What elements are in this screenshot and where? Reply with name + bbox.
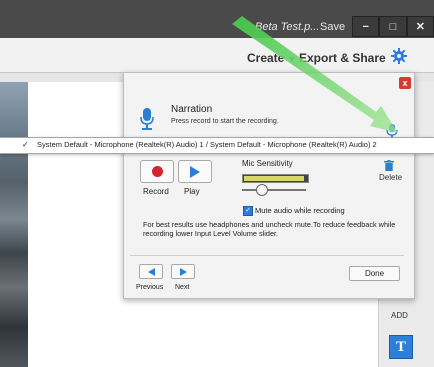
chevron-down-icon: ▼	[287, 54, 297, 64]
mute-checkbox[interactable]: ✓	[243, 206, 253, 216]
gear-icon[interactable]	[391, 48, 407, 64]
previous-icon	[147, 267, 155, 276]
media-thumbnail	[0, 82, 28, 367]
mic-level-fill	[244, 176, 304, 181]
mute-label: Mute audio while recording	[255, 206, 345, 215]
mic-sensitivity-label: Mic Sensitivity	[242, 159, 293, 168]
play-label: Play	[184, 187, 200, 196]
recording-hint: For best results use headphones and unch…	[143, 220, 396, 238]
close-window-button[interactable]: ✕	[406, 16, 434, 37]
play-button[interactable]	[178, 160, 212, 183]
panel-subtitle: Press record to start the recording.	[171, 118, 279, 125]
previous-button[interactable]	[139, 264, 163, 279]
maximize-button[interactable]: □	[379, 16, 407, 37]
next-icon	[179, 267, 187, 276]
window-controls: − □ ✕	[352, 16, 434, 37]
microphone-option[interactable]: System Default - Microphone (Realtek(R) …	[37, 140, 377, 149]
document-title: Beta Test.p...	[255, 21, 320, 33]
delete-label[interactable]: Delete	[379, 173, 402, 182]
record-label: Record	[143, 187, 169, 196]
mic-level-meter	[242, 174, 309, 183]
mic-sensitivity-slider[interactable]	[242, 189, 306, 191]
previous-label: Previous	[136, 284, 164, 291]
microphone-icon	[140, 108, 154, 130]
minimize-button[interactable]: −	[352, 16, 380, 37]
text-tool-label: T	[395, 338, 406, 355]
check-icon: ✓	[22, 140, 29, 149]
export-share-button[interactable]: Export & Share	[299, 51, 386, 65]
panel-divider	[130, 255, 404, 256]
panel-close-button[interactable]: x	[399, 77, 411, 89]
add-label: ADD	[391, 311, 408, 320]
save-button[interactable]: Save	[320, 21, 345, 33]
record-button[interactable]	[140, 160, 174, 183]
next-button[interactable]	[171, 264, 195, 279]
microphone-select-icon[interactable]	[386, 124, 398, 138]
narration-panel	[123, 72, 415, 299]
done-button[interactable]: Done	[349, 266, 400, 281]
app-window: Beta Test.p... Save − □ ✕ Create ▼ Export…	[0, 0, 434, 367]
play-icon	[190, 165, 200, 178]
next-label: Next	[175, 284, 190, 291]
mic-sensitivity-thumb[interactable]	[256, 184, 268, 196]
panel-title: Narration	[171, 104, 213, 115]
text-tool-button[interactable]: T	[389, 335, 413, 359]
create-menu-button[interactable]: Create ▼	[247, 51, 296, 65]
create-label: Create	[247, 51, 285, 65]
record-icon	[151, 166, 163, 177]
trash-icon[interactable]	[384, 160, 394, 171]
